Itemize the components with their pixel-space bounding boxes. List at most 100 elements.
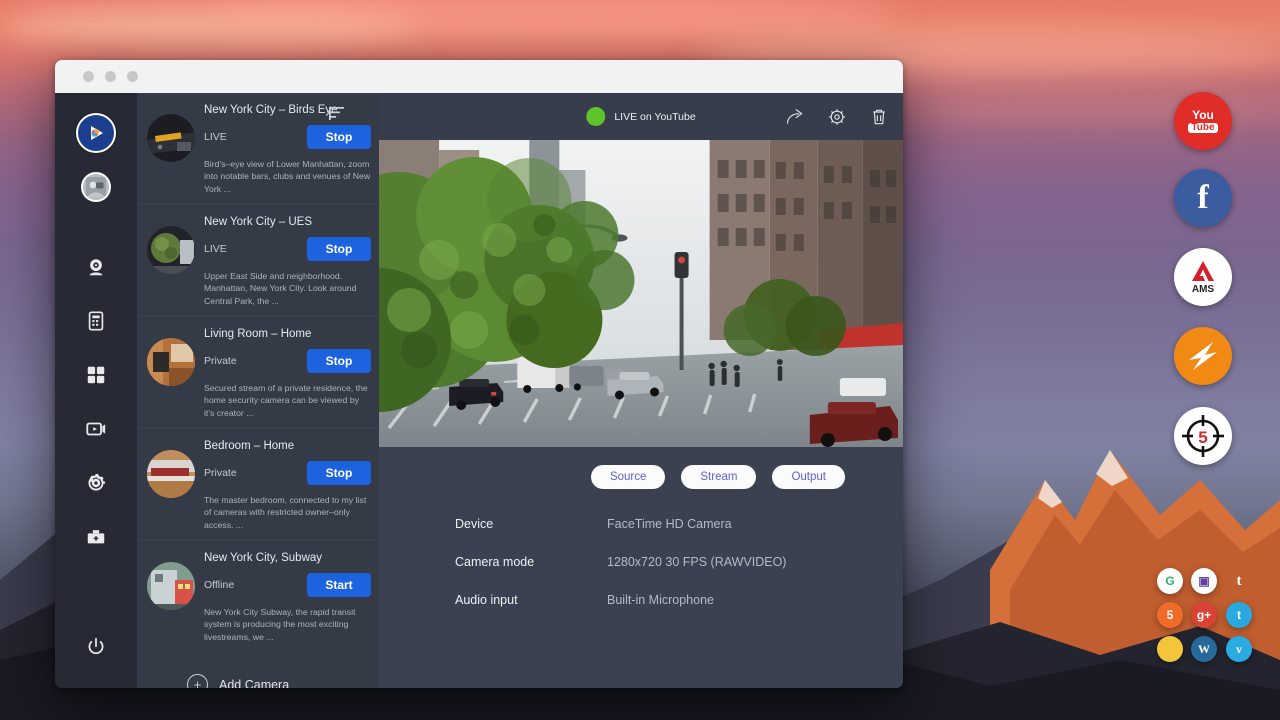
tab-stream[interactable]: Stream [681, 465, 756, 489]
facebook-dock-icon[interactable]: f [1174, 169, 1232, 227]
avatar-icon [81, 172, 111, 202]
thumbnail-birds-eye [147, 114, 195, 162]
content-area: LIVE on YouTube [379, 93, 903, 688]
sidebar-item-cameras[interactable] [73, 244, 119, 290]
g-icon[interactable]: G [1157, 568, 1183, 594]
five-icon[interactable]: 5 [1157, 602, 1183, 628]
gear-icon[interactable] [827, 107, 847, 127]
camera-state: Private [204, 355, 237, 367]
camera-action-button[interactable]: Stop [307, 461, 371, 485]
camera-description: New York City Subway, the rapid transit … [204, 606, 371, 643]
webcam-icon [85, 256, 107, 278]
youtube-dock-label-top: You [1188, 109, 1217, 122]
camera-description: Bird's–eye view of Lower Manhattan, zoom… [204, 158, 371, 195]
video-frame [379, 140, 903, 447]
camera-title: New York City, Subway [204, 552, 371, 564]
toolkit-plus-icon [85, 526, 107, 548]
vimeo-icon[interactable]: v [1226, 636, 1252, 662]
camera-action-button[interactable]: Stop [307, 125, 371, 149]
sidebar-item-account[interactable] [73, 164, 119, 210]
plus-circle-icon: + [187, 674, 208, 688]
sidebar-item-app-logo[interactable] [73, 110, 119, 156]
adobe-a-icon [1190, 260, 1216, 282]
sidebar-rail [55, 93, 137, 688]
googleplus-icon[interactable]: g+ [1191, 602, 1217, 628]
camera-description: Upper East Side and neighborhood. Manhat… [204, 270, 371, 307]
sidebar-item-power[interactable] [73, 624, 119, 670]
detail-row: Camera mode 1280x720 30 FPS (RAWVIDEO) [455, 555, 903, 569]
camera-operator-icon [86, 177, 106, 197]
camera-state: Offline [204, 579, 234, 591]
play-logo-icon [76, 113, 116, 153]
wordpress-icon[interactable]: W [1191, 636, 1217, 662]
minimize-button[interactable] [105, 71, 116, 82]
camera-list-item[interactable]: New York City – UES LIVE Stop Upper East… [137, 205, 379, 317]
camera-description: Secured stream of a private residence, t… [204, 382, 371, 419]
thumbnail-subway [147, 562, 195, 610]
list-lines-icon[interactable] [329, 106, 347, 127]
video-preview[interactable] [379, 140, 903, 447]
detail-label: Camera mode [455, 555, 607, 569]
youtube-dock-icon[interactable]: You Tube [1174, 92, 1232, 150]
live-indicator-dot [586, 107, 605, 126]
detail-value[interactable]: FaceTime HD Camera [607, 517, 732, 531]
detail-value[interactable]: Built-in Microphone [607, 593, 714, 607]
sidebar-item-settings[interactable] [73, 460, 119, 506]
maximize-button[interactable] [127, 71, 138, 82]
camera-state: LIVE [204, 131, 227, 143]
camera-thumbnail [147, 338, 195, 386]
camera-action-button[interactable]: Start [307, 573, 371, 597]
crosshair-icon: 5 [1180, 413, 1226, 459]
wowza-dock-icon[interactable] [1174, 327, 1232, 385]
app-window: New York City – Birds Eye LIVE Stop Bird… [55, 60, 903, 688]
camera-title: Bedroom – Home [204, 440, 371, 452]
camera-list: New York City – Birds Eye LIVE Stop Bird… [137, 93, 379, 688]
camera-thumbnail [147, 450, 195, 498]
trash-icon[interactable] [869, 107, 889, 127]
camera-list-item[interactable]: New York City, Subway Offline Start New … [137, 541, 379, 652]
detail-value[interactable]: 1280x720 30 FPS (RAWVIDEO) [607, 555, 786, 569]
adobe-ams-dock-icon[interactable]: AMS [1174, 248, 1232, 306]
thumbnail-ues [147, 226, 195, 274]
camera-state: Private [204, 467, 237, 479]
thumbnail-living-room [147, 338, 195, 386]
add-camera-label: Add Camera [219, 678, 289, 688]
close-button[interactable] [83, 71, 94, 82]
camera-thumbnail [147, 114, 195, 162]
twitter-icon[interactable]: t [1226, 602, 1252, 628]
camera-title: Living Room – Home [204, 328, 371, 340]
document-icon [85, 310, 107, 332]
sidebar-item-player[interactable] [73, 406, 119, 452]
tumblr-icon[interactable]: t [1226, 568, 1252, 594]
camera-action-button[interactable]: Stop [307, 349, 371, 373]
target5-dock-icon[interactable]: 5 [1174, 407, 1232, 465]
live-status-label: LIVE on YouTube [614, 111, 695, 123]
sidebar-item-dashboard[interactable] [73, 352, 119, 398]
sidebar-item-add-device[interactable] [73, 514, 119, 560]
add-camera-button[interactable]: + Add Camera [137, 652, 379, 688]
camera-list-item[interactable]: Bedroom – Home Private Stop The master b… [137, 429, 379, 541]
power-icon [85, 636, 107, 658]
detail-tabs: Source Stream Output [379, 447, 903, 489]
video-player-icon [85, 418, 107, 440]
detail-label: Audio input [455, 593, 607, 607]
live-status: LIVE on YouTube [586, 107, 695, 126]
camera-thumbnail [147, 226, 195, 274]
content-topbar: LIVE on YouTube [379, 93, 903, 140]
grid-icon [85, 364, 107, 386]
yellow-icon[interactable] [1157, 636, 1183, 662]
source-details: Device FaceTime HD Camera Camera mode 12… [379, 489, 903, 631]
twitch-icon[interactable]: ▣ [1191, 568, 1217, 594]
gear-icon [85, 472, 107, 494]
tab-source[interactable]: Source [591, 465, 665, 489]
tab-output[interactable]: Output [772, 465, 845, 489]
thumbnail-bedroom [147, 450, 195, 498]
share-arrow-icon[interactable] [785, 107, 805, 127]
sidebar-item-logs[interactable] [73, 298, 119, 344]
camera-list-item[interactable]: Living Room – Home Private Stop Secured … [137, 317, 379, 429]
camera-description: The master bedroom, connected to my list… [204, 494, 371, 531]
camera-title: New York City – UES [204, 216, 371, 228]
camera-action-button[interactable]: Stop [307, 237, 371, 261]
detail-label: Device [455, 517, 607, 531]
svg-text:5: 5 [1198, 428, 1207, 447]
